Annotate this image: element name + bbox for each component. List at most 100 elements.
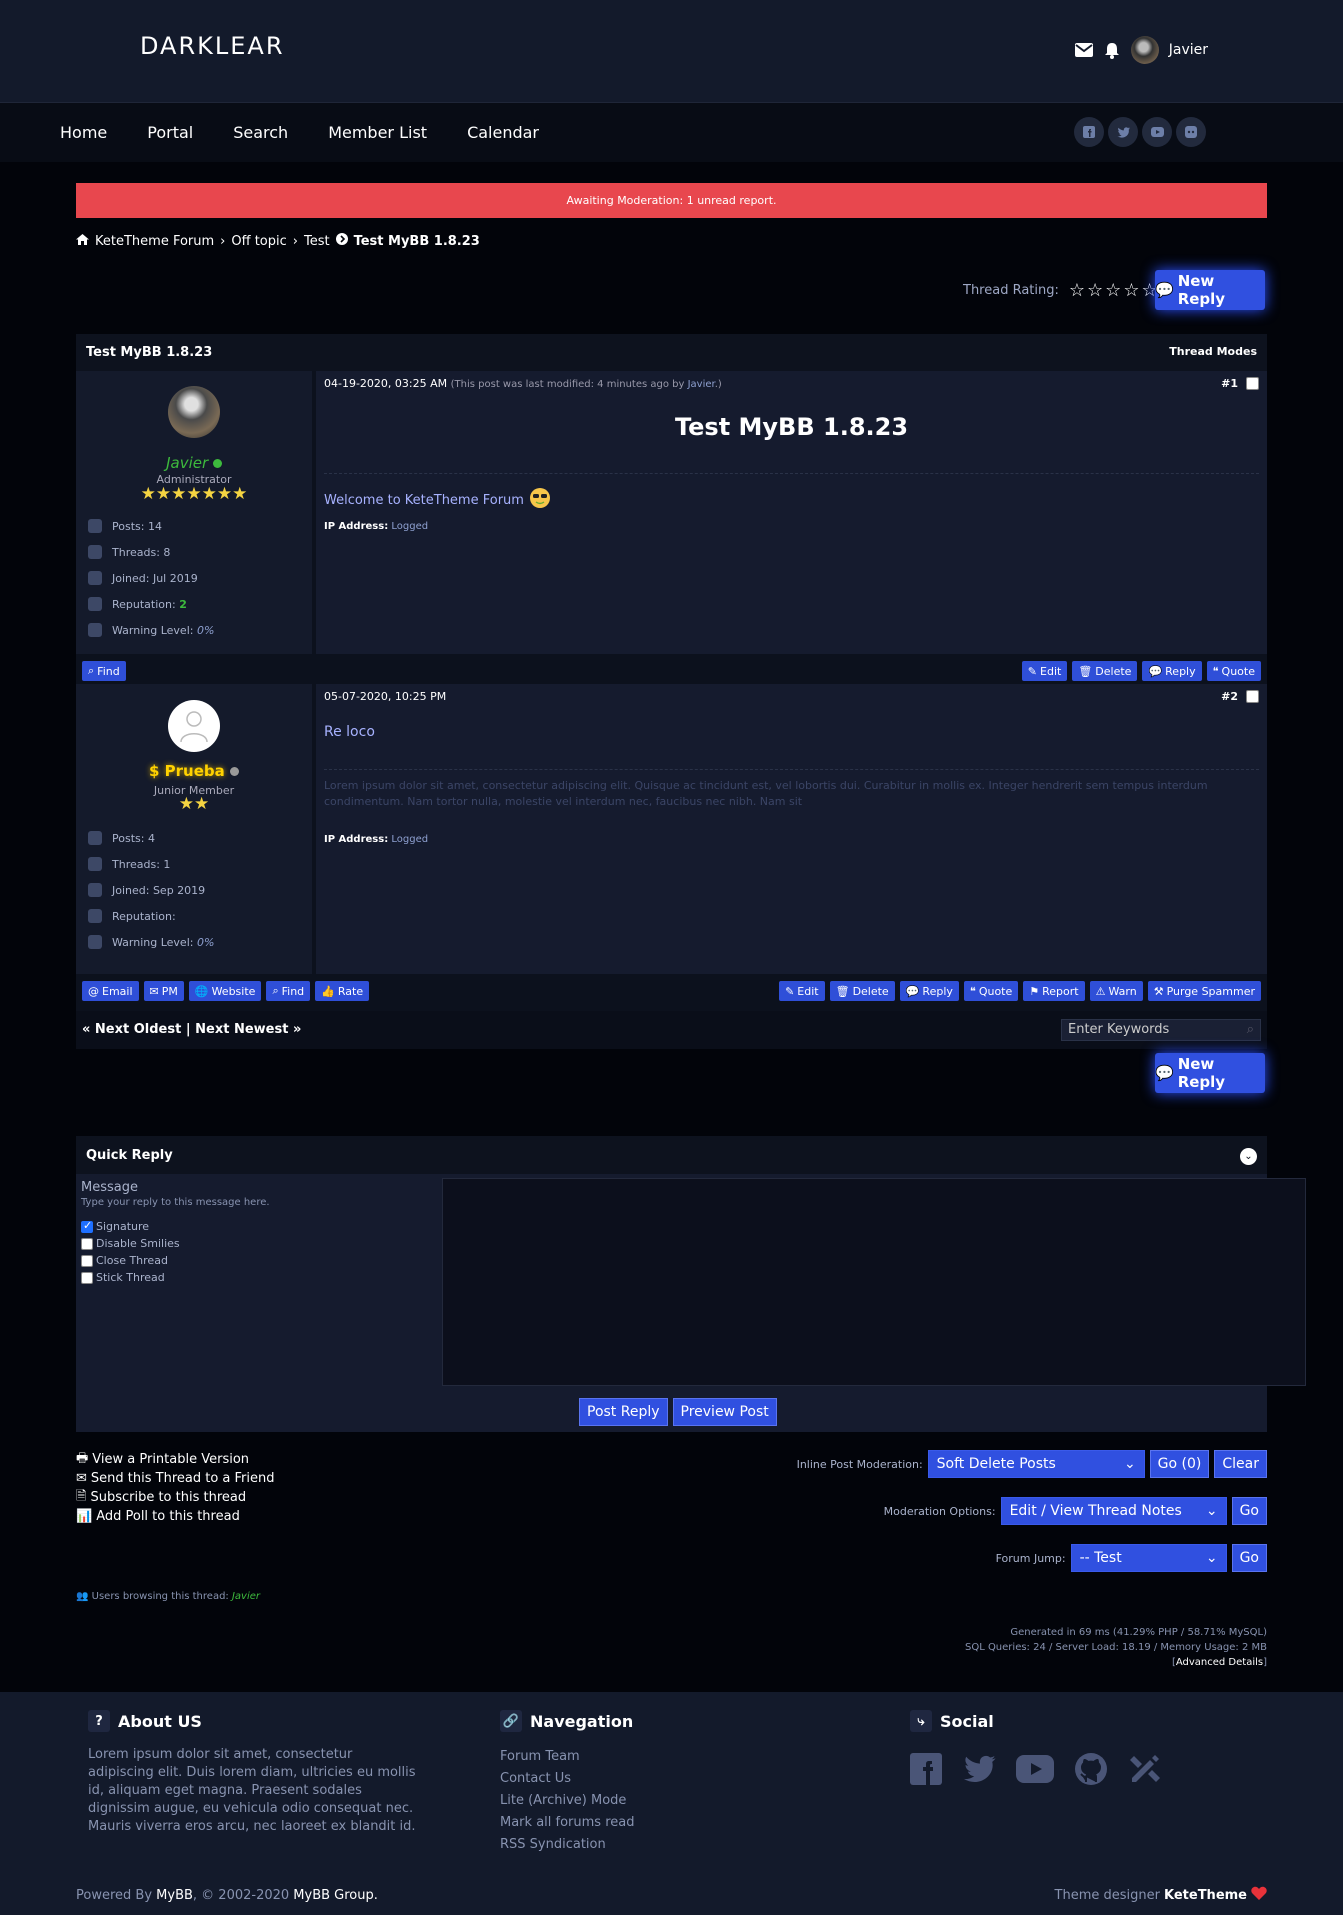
twitter-icon[interactable] — [1108, 117, 1138, 147]
stick-thread-label: Stick Thread — [96, 1271, 165, 1284]
moderation-alert[interactable]: Awaiting Moderation: 1 unread report. — [76, 183, 1267, 218]
disable-smilies-label: Disable Smilies — [96, 1237, 180, 1250]
rss-link[interactable]: RSS Syndication — [500, 1834, 750, 1856]
search-icon[interactable]: ⌕ — [1247, 1022, 1254, 1037]
chevron-down-icon: ⌄ — [1205, 1550, 1218, 1566]
youtube-icon[interactable] — [1142, 117, 1172, 147]
moderation-go-button[interactable]: Go — [1231, 1497, 1267, 1525]
send-to-friend-link[interactable]: Send this Thread to a Friend — [91, 1471, 275, 1486]
add-poll-link[interactable]: Add Poll to this thread — [96, 1509, 240, 1524]
website-button[interactable]: 🌐 Website — [188, 981, 262, 1001]
stat-warning-value[interactable]: 0% — [197, 624, 214, 637]
lite-mode-link[interactable]: Lite (Archive) Mode — [500, 1790, 750, 1812]
default-avatar-icon[interactable] — [168, 700, 220, 752]
bell-icon[interactable] — [1103, 42, 1121, 59]
forum-jump-select[interactable]: -- Test ⌄ — [1070, 1544, 1227, 1572]
printable-version-link[interactable]: View a Printable Version — [92, 1452, 249, 1467]
thread-search-input[interactable]: Enter Keywords ⌕ — [1061, 1019, 1261, 1041]
user-avatar[interactable] — [1130, 36, 1159, 64]
edit-button[interactable]: ✎ Edit — [779, 981, 825, 1001]
pencil-icon: ✎ — [1027, 664, 1038, 678]
mail-icon[interactable] — [1074, 42, 1093, 58]
forum-jump-go-button[interactable]: Go — [1231, 1544, 1267, 1572]
nav-portal[interactable]: Portal — [147, 123, 193, 142]
mybb-group-link[interactable]: MyBB Group. — [293, 1888, 378, 1903]
email-button[interactable]: @ Email — [82, 981, 139, 1001]
find-button[interactable]: ⌕ Find — [266, 981, 311, 1001]
subscribe-link[interactable]: Subscribe to this thread — [90, 1490, 246, 1505]
post-author-name[interactable]: $ Prueba — [76, 762, 312, 780]
thread-modes-link[interactable]: Thread Modes — [1169, 345, 1257, 358]
breadcrumb-offtopic[interactable]: Off topic — [231, 234, 286, 249]
new-reply-button-bottom[interactable]: 💬 New Reply — [1155, 1053, 1265, 1093]
rating-stars[interactable]: ☆ ☆ ☆ ☆ ☆ — [1069, 280, 1158, 301]
github-icon[interactable] — [1074, 1752, 1108, 1790]
delete-button[interactable]: 🗑 Delete — [829, 981, 895, 1001]
reply-button[interactable]: 💬 Reply — [1142, 661, 1202, 681]
post-1-right-actions: ✎ Edit 🗑 Delete 💬 Reply ❝ Quote — [1021, 661, 1261, 681]
advanced-details-link[interactable]: Advanced Details — [1176, 1657, 1263, 1668]
mark-read-link[interactable]: Mark all forums read — [500, 1812, 750, 1834]
post-select-checkbox[interactable] — [1246, 690, 1259, 703]
find-button[interactable]: ⌕ Find — [82, 661, 126, 681]
star-icon[interactable]: ☆ — [1087, 280, 1103, 301]
nav-member-list[interactable]: Member List — [328, 123, 427, 142]
post-select-checkbox[interactable] — [1246, 377, 1259, 390]
moderation-options-select[interactable]: Edit / View Thread Notes ⌄ — [1000, 1497, 1227, 1525]
warn-button[interactable]: ⚠ Warn — [1089, 981, 1143, 1001]
site-logo[interactable]: DARKLEAR — [140, 32, 285, 60]
signature-checkbox[interactable] — [81, 1219, 93, 1233]
quote-button[interactable]: ❝ Quote — [963, 981, 1019, 1001]
username-link[interactable]: Javier — [1169, 42, 1208, 58]
breadcrumb-forum[interactable]: KeteTheme Forum — [95, 234, 214, 249]
reply-button[interactable]: 💬 Reply — [899, 981, 959, 1001]
inline-go-button[interactable]: Go (0) — [1149, 1450, 1210, 1478]
star-icon[interactable]: ☆ — [1105, 280, 1121, 301]
delete-button[interactable]: 🗑 Delete — [1072, 661, 1138, 681]
post-author-name[interactable]: Javier — [76, 454, 312, 472]
search-icon: ⌕ — [272, 984, 279, 997]
collapse-icon[interactable]: ⌄ — [1240, 1148, 1257, 1165]
post-reply-button[interactable]: Post Reply — [579, 1398, 668, 1426]
discord-icon[interactable] — [1176, 117, 1206, 147]
rate-button[interactable]: 👍 Rate — [315, 981, 370, 1001]
nav-search[interactable]: Search — [233, 123, 288, 142]
star-icon[interactable]: ☆ — [1069, 280, 1085, 301]
forum-team-link[interactable]: Forum Team — [500, 1746, 750, 1768]
breadcrumb-test[interactable]: Test — [304, 234, 330, 249]
facebook-icon[interactable] — [1074, 117, 1104, 147]
new-reply-button-top[interactable]: 💬 New Reply — [1155, 270, 1265, 310]
twitter-icon[interactable] — [962, 1755, 996, 1787]
close-thread-checkbox[interactable] — [81, 1254, 93, 1267]
pm-button[interactable]: ✉ PM — [143, 981, 184, 1001]
link-icon: 🔗 — [500, 1710, 522, 1732]
nav-calendar[interactable]: Calendar — [467, 123, 539, 142]
post-number-link[interactable]: #2 — [1221, 690, 1238, 703]
browsing-user-link[interactable]: Javier — [232, 1591, 260, 1602]
quote-icon: ❝ — [969, 984, 976, 998]
facebook-icon[interactable] — [910, 1753, 942, 1789]
designer-link[interactable]: KeteTheme — [1164, 1888, 1247, 1903]
report-button[interactable]: ⚑ Report — [1023, 981, 1085, 1001]
nav-home[interactable]: Home — [60, 123, 107, 142]
purge-spammer-button[interactable]: ⚒ Purge Spammer — [1147, 981, 1261, 1001]
stat-reputation-value[interactable]: 2 — [179, 598, 187, 611]
star-icon[interactable]: ☆ — [1123, 280, 1139, 301]
edit-button[interactable]: ✎ Edit — [1021, 661, 1068, 681]
quote-button[interactable]: ❝ Quote — [1206, 661, 1261, 681]
post-number-link[interactable]: #1 — [1221, 377, 1238, 390]
home-icon — [76, 233, 89, 249]
next-oldest-newest-links[interactable]: « Next Oldest | Next Newest » — [82, 1022, 301, 1037]
preview-post-button[interactable]: Preview Post — [672, 1398, 777, 1426]
mybb-link[interactable]: MyBB — [156, 1888, 193, 1903]
stat-warning-value[interactable]: 0% — [197, 936, 214, 949]
message-textarea[interactable] — [442, 1178, 1306, 1386]
youtube-icon[interactable] — [1016, 1755, 1054, 1787]
avatar[interactable] — [168, 386, 220, 438]
inline-moderation-select[interactable]: Soft Delete Posts ⌄ — [927, 1450, 1145, 1478]
clear-button[interactable]: Clear — [1214, 1450, 1267, 1478]
stick-thread-checkbox[interactable] — [81, 1271, 93, 1284]
contact-us-link[interactable]: Contact Us — [500, 1768, 750, 1790]
design-tools-icon[interactable] — [1128, 1752, 1162, 1790]
disable-smilies-checkbox[interactable] — [81, 1237, 93, 1250]
